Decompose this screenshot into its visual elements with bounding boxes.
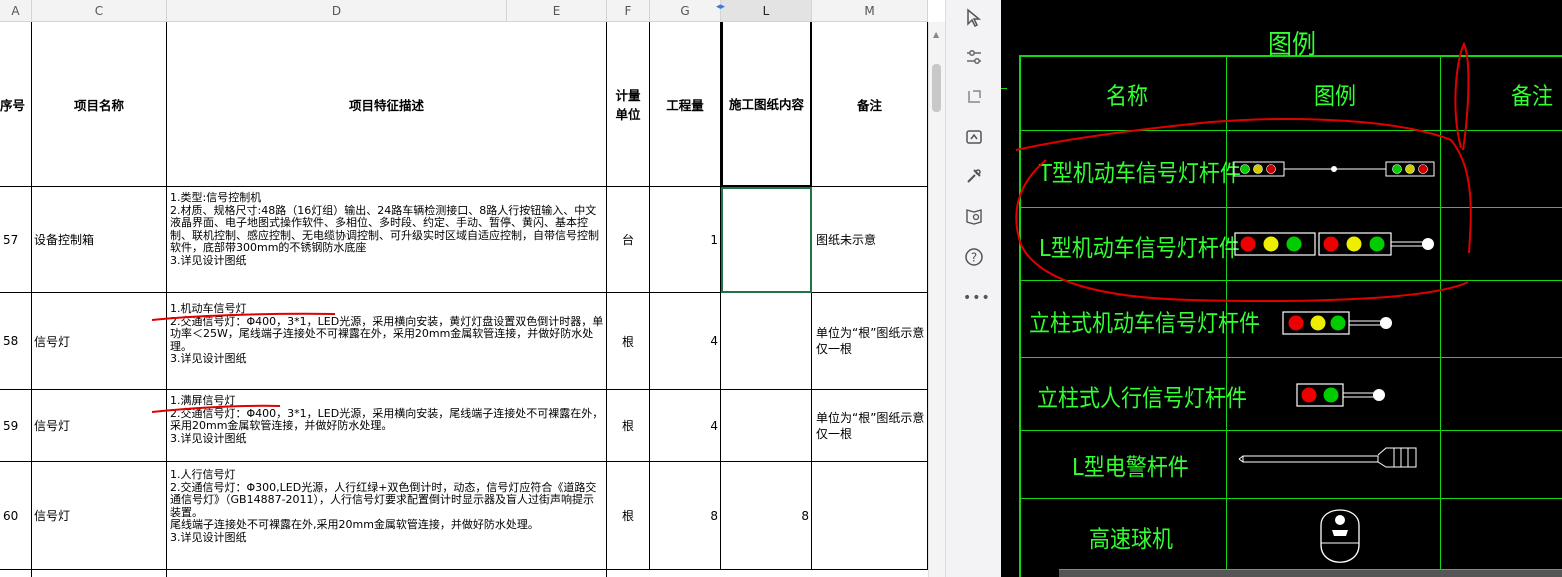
column-vehicle-signal-symbol <box>1282 311 1392 335</box>
book-search-icon[interactable] <box>963 206 985 228</box>
column-pedestrian-signal-symbol <box>1296 383 1385 407</box>
scrollbar-thumb[interactable] <box>932 64 941 112</box>
cad-bottom-bar <box>1059 569 1562 577</box>
svg-text:?: ? <box>971 251 977 265</box>
transform-icon[interactable] <box>963 87 985 109</box>
cad-legend-drawing[interactable]: 图例 名称 图例 备注 T型机动车信号灯杆件 L型机动车信号灯杆件 立柱式机动车… <box>1001 0 1562 577</box>
tools-icon[interactable] <box>963 166 985 188</box>
side-tool-panel: ? ••• <box>945 0 1001 577</box>
legend-symbols <box>1015 41 1472 563</box>
l-type-signal-pole-symbol <box>1234 232 1434 256</box>
more-icon[interactable]: ••• <box>963 287 990 309</box>
cursor-icon[interactable] <box>963 8 985 30</box>
enforcement-pole-symbol <box>1238 447 1417 468</box>
scroll-up-arrow-icon[interactable]: ▲ <box>933 30 939 39</box>
adjust-icon[interactable] <box>963 47 985 69</box>
t-type-signal-pole-symbol <box>1233 161 1435 177</box>
red-annotation-underlines <box>151 312 336 413</box>
spreadsheet[interactable]: A C D E F G L M ◂▸ 序号 项目名称 项目特征描述 计量单位 工… <box>0 0 928 577</box>
vertical-scrollbar[interactable]: ▲ <box>928 22 945 577</box>
help-icon[interactable]: ? <box>963 247 985 269</box>
speed-dome-camera-symbol <box>1320 509 1360 563</box>
compare-icon[interactable] <box>963 127 985 149</box>
